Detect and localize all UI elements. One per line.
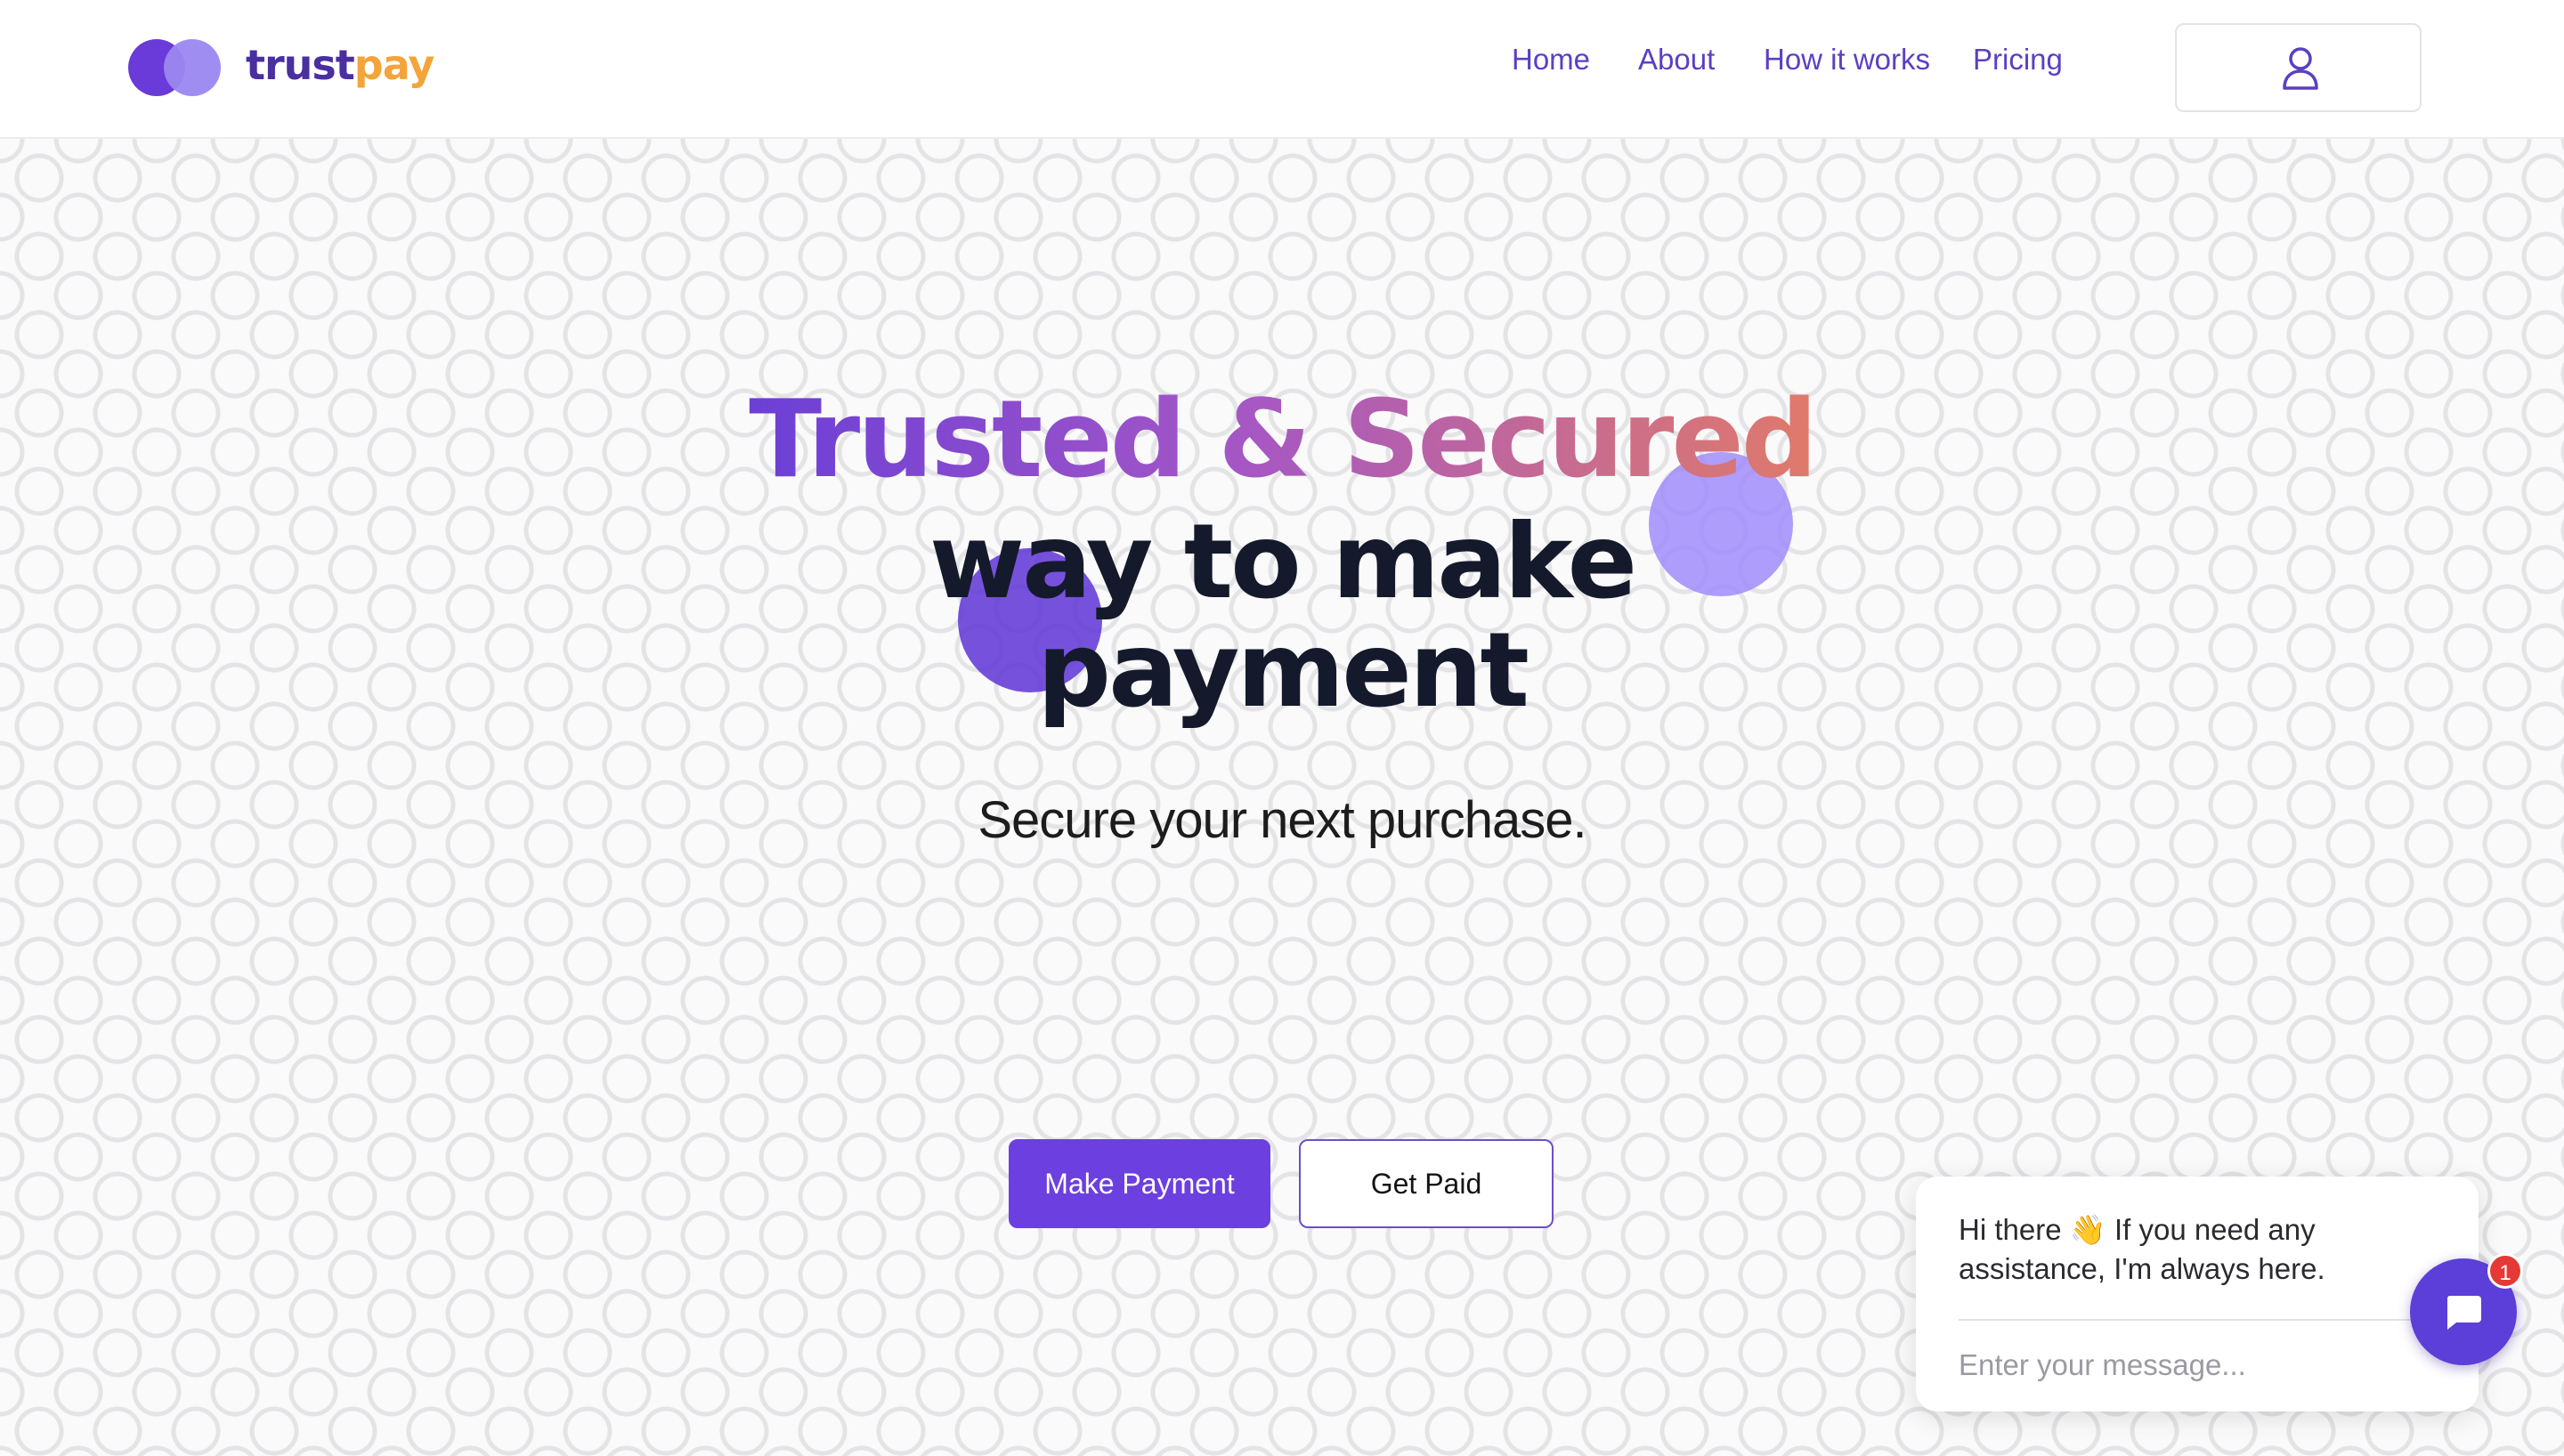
nav-pricing-link[interactable]: Pricing xyxy=(1973,43,2063,77)
brand-name: trustpay xyxy=(246,41,434,89)
nav-how-it-works-link[interactable]: How it works xyxy=(1764,43,1930,77)
hero-title: Trusted & Secured xyxy=(0,383,2564,498)
make-payment-button[interactable]: Make Payment xyxy=(1009,1139,1270,1228)
hero-title-line2: way to make xyxy=(929,502,1637,622)
hero-tagline: Secure your next purchase. xyxy=(978,791,1586,849)
account-button[interactable] xyxy=(2175,23,2422,112)
chat-bubble-icon xyxy=(2446,1296,2481,1330)
chat-widget: Hi there 👋 If you need any assistance, I… xyxy=(1916,1177,2479,1412)
user-icon xyxy=(2283,47,2318,90)
chat-divider xyxy=(1959,1319,2413,1321)
hero-title-gradient: Trusted & Secured xyxy=(749,378,1817,502)
top-navbar: trustpay Home About How it works Pricing xyxy=(0,0,2564,139)
nav-about-link[interactable]: About xyxy=(1638,43,1715,77)
get-paid-button[interactable]: Get Paid xyxy=(1299,1139,1554,1228)
chat-greeting: Hi there 👋 If you need any assistance, I… xyxy=(1959,1213,2325,1285)
hero-title-line3: payment xyxy=(1037,611,1529,731)
logo-circles-icon xyxy=(128,37,224,101)
unread-badge: 1 xyxy=(2487,1253,2523,1289)
nav-home-link[interactable]: Home xyxy=(1512,43,1590,77)
chat-message-input[interactable] xyxy=(1959,1340,2315,1390)
